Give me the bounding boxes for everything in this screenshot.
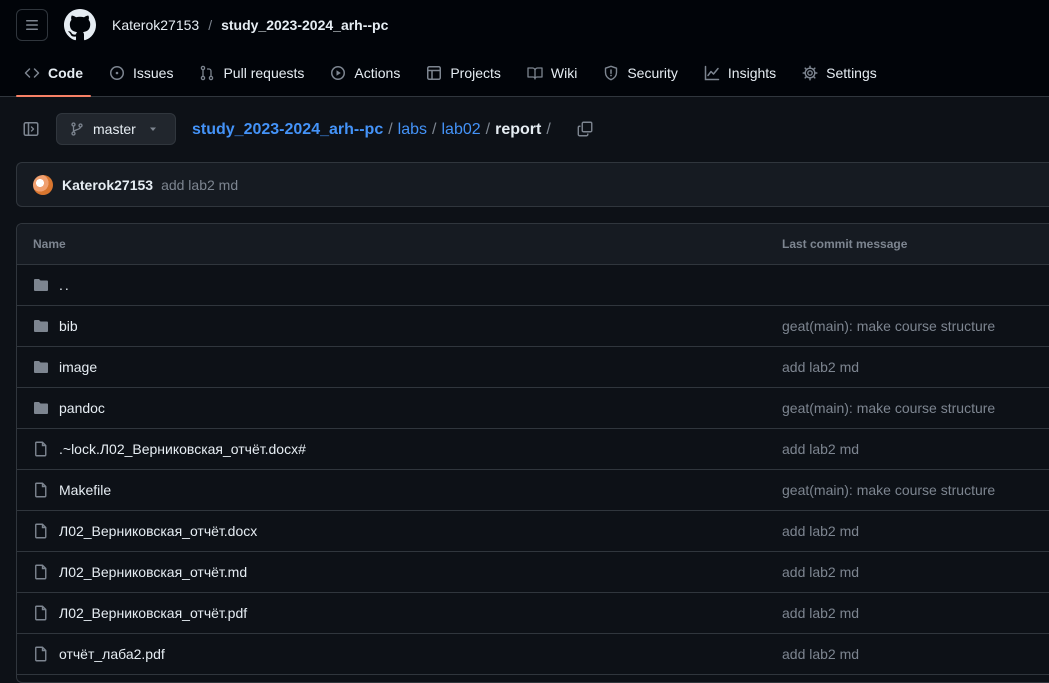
commit-message[interactable]: add lab2 md <box>782 646 859 662</box>
table-row[interactable]: Makefile geat(main): make course structu… <box>17 470 1049 511</box>
folder-icon <box>34 279 48 291</box>
folder-icon <box>34 361 48 373</box>
column-header-name: Name <box>33 237 66 251</box>
code-icon <box>24 68 40 78</box>
breadcrumb-separator: / <box>208 17 213 33</box>
tab-label: Pull requests <box>223 65 305 81</box>
commit-message[interactable]: geat(main): make course structure <box>782 318 995 334</box>
path-separator: / <box>432 121 437 138</box>
file-name[interactable]: pandoc <box>59 400 105 416</box>
table-row[interactable]: image add lab2 md <box>17 347 1049 388</box>
play-icon <box>331 66 346 80</box>
commit-message[interactable]: add lab2 md <box>782 564 859 580</box>
commit-message[interactable]: add lab2 md <box>782 441 859 457</box>
file-icon <box>35 605 47 621</box>
commit-author-link[interactable]: Katerok27153 <box>62 177 153 193</box>
tab-label: Insights <box>727 65 777 81</box>
commit-message[interactable]: add lab2 md <box>782 523 859 539</box>
tab-label: Issues <box>133 65 174 81</box>
file-name[interactable]: Л02_Верниковская_отчёт.md <box>59 564 247 580</box>
table-row[interactable]: Л02_Верниковская_отчёт.pdf add lab2 md <box>17 593 1049 634</box>
avatar[interactable] <box>33 174 53 195</box>
repo-name-link[interactable]: study_2023-2024_arh--pc <box>221 16 388 34</box>
folder-icon <box>34 402 48 414</box>
tab-security[interactable]: Security <box>595 55 686 91</box>
tab-label: Code <box>48 65 83 81</box>
copy-path-icon[interactable] <box>577 121 593 137</box>
table-row[interactable]: pandoc geat(main): make course structure <box>17 388 1049 429</box>
path-current-folder: report <box>495 121 542 138</box>
file-icon <box>35 523 47 539</box>
table-header: Name Last commit message <box>17 224 1049 265</box>
table-row[interactable]: bib geat(main): make course structure <box>17 306 1049 347</box>
tab-label: Projects <box>450 65 501 81</box>
repo-breadcrumb: Katerok27153 / study_2023-2024_arh--pc <box>112 16 388 34</box>
table-icon <box>427 66 442 80</box>
shield-icon <box>605 65 618 81</box>
file-table: Name Last commit message .. bib geat(mai… <box>16 223 1049 683</box>
gear-icon <box>802 65 818 81</box>
file-name[interactable]: .. <box>59 277 71 293</box>
tab-actions[interactable]: Actions <box>322 55 408 91</box>
tab-insights[interactable]: Insights <box>696 55 784 91</box>
branch-label: master <box>93 121 136 137</box>
file-icon <box>35 441 47 457</box>
column-header-message: Last commit message <box>782 237 908 251</box>
tab-issues[interactable]: Issues <box>101 55 181 91</box>
table-row[interactable]: Л02_Верниковская_отчёт.md add lab2 md <box>17 552 1049 593</box>
app-header: Katerok27153 / study_2023-2024_arh--pc C… <box>0 0 1049 97</box>
git-branch-icon <box>71 122 83 136</box>
git-pull-request-icon <box>201 65 214 81</box>
path-separator: / <box>546 121 551 138</box>
tab-settings[interactable]: Settings <box>794 55 885 91</box>
commit-message[interactable]: add lab2 md <box>782 605 859 621</box>
issue-opened-icon <box>110 66 124 80</box>
table-row[interactable]: отчёт_лаба2.pdf add lab2 md <box>17 634 1049 675</box>
file-name[interactable]: bib <box>59 318 78 334</box>
hamburger-menu-button[interactable] <box>16 9 48 41</box>
path-repo-link[interactable]: study_2023-2024_arh--pc <box>192 121 383 139</box>
tab-label: Wiki <box>550 65 578 81</box>
latest-commit-bar: Katerok27153 add lab2 md <box>16 162 1049 207</box>
file-name[interactable]: Makefile <box>59 482 111 498</box>
triangle-down-icon <box>149 127 156 131</box>
tab-label: Security <box>627 65 678 81</box>
menu-icon <box>26 20 38 30</box>
file-icon <box>35 646 47 662</box>
book-icon <box>527 67 543 80</box>
file-icon <box>35 482 47 498</box>
tab-pull-requests[interactable]: Pull requests <box>191 55 312 91</box>
folder-icon <box>34 320 48 332</box>
commit-message-link[interactable]: add lab2 md <box>161 177 238 193</box>
repo-owner-link[interactable]: Katerok27153 <box>112 16 199 34</box>
repo-nav-tabs: Code Issues Pull requests Actions Projec… <box>16 55 895 97</box>
path-segment-lab02[interactable]: lab02 <box>441 121 480 139</box>
side-panel-toggle-icon[interactable] <box>23 121 39 137</box>
branch-selector-button[interactable]: master <box>56 113 176 145</box>
file-name[interactable]: image <box>59 359 97 375</box>
tab-label: Settings <box>826 65 877 81</box>
path-segment-labs[interactable]: labs <box>398 121 427 139</box>
file-name[interactable]: Л02_Верниковская_отчёт.pdf <box>59 605 247 621</box>
tab-wiki[interactable]: Wiki <box>519 55 585 91</box>
file-path-breadcrumb: study_2023-2024_arh--pc / labs / lab02 /… <box>192 119 556 141</box>
table-row-parent-dir[interactable]: .. <box>17 265 1049 306</box>
file-icon <box>35 564 47 580</box>
file-name[interactable]: Л02_Верниковская_отчёт.docx <box>59 523 257 539</box>
commit-message[interactable]: geat(main): make course structure <box>782 482 995 498</box>
path-separator: / <box>388 121 393 138</box>
graph-icon <box>704 65 720 81</box>
tab-code[interactable]: Code <box>16 55 91 97</box>
commit-message[interactable]: add lab2 md <box>782 359 859 375</box>
path-separator: / <box>485 121 491 138</box>
tab-projects[interactable]: Projects <box>418 55 509 91</box>
github-logo-icon[interactable] <box>64 9 96 41</box>
table-row[interactable]: .~lock.Л02_Верниковская_отчёт.docx# add … <box>17 429 1049 470</box>
commit-message[interactable]: geat(main): make course structure <box>782 400 995 416</box>
file-name[interactable]: отчёт_лаба2.pdf <box>59 646 165 662</box>
tab-label: Actions <box>354 65 401 81</box>
table-row[interactable]: Л02_Верниковская_отчёт.docx add lab2 md <box>17 511 1049 552</box>
file-name[interactable]: .~lock.Л02_Верниковская_отчёт.docx# <box>59 441 306 457</box>
